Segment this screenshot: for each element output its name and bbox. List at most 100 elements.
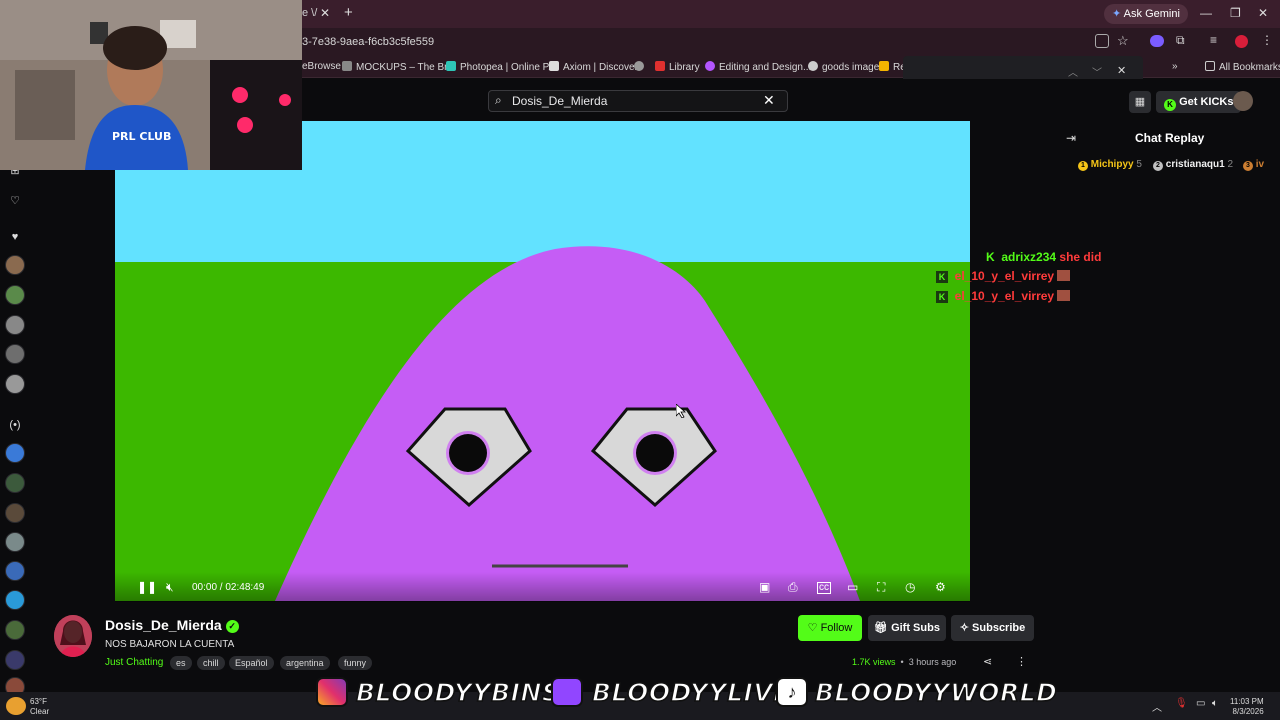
bookmark-item[interactable] bbox=[634, 61, 648, 73]
channel-name[interactable]: Dosis_De_Mierda ✓ bbox=[105, 617, 239, 633]
new-tab-icon[interactable]: + bbox=[344, 4, 353, 21]
followed-channel-avatar[interactable] bbox=[5, 315, 25, 335]
bookmark-item[interactable]: Editing and Design... bbox=[705, 61, 811, 73]
chat-message[interactable]: K adrixz234 she did bbox=[986, 250, 1101, 264]
tag-chip[interactable]: es bbox=[170, 656, 192, 670]
recommended-channel-avatar[interactable] bbox=[5, 503, 25, 523]
bookmark-favicon-icon bbox=[342, 61, 352, 71]
followed-channel-avatar[interactable] bbox=[5, 344, 25, 364]
tiktok-handle: BLOODYYWORLD bbox=[814, 677, 1058, 708]
recommended-channel-avatar[interactable] bbox=[5, 650, 25, 670]
top-gifter[interactable]: 1 Michipyy 5 bbox=[1078, 159, 1142, 171]
tag-chip[interactable]: chill bbox=[197, 656, 225, 670]
chat-username: el_10_y_el_virrey bbox=[954, 289, 1055, 303]
chat-username: el_10_y_el_virrey bbox=[954, 269, 1055, 283]
window-close-icon[interactable]: ✕ bbox=[1258, 6, 1268, 20]
find-next-icon[interactable]: ﹀ bbox=[1092, 64, 1102, 79]
find-prev-icon[interactable]: ︿ bbox=[1068, 64, 1078, 79]
bookmark-item[interactable]: goods image bbox=[808, 61, 879, 73]
collapse-chat-icon[interactable]: ⇥ bbox=[1066, 131, 1076, 145]
fullscreen-icon[interactable]: ⛶ bbox=[877, 580, 885, 595]
playback-speed-icon[interactable]: ◷ bbox=[905, 580, 915, 594]
recommended-channel-avatar[interactable] bbox=[5, 590, 25, 610]
subscribe-label: Subscribe bbox=[972, 622, 1026, 634]
chat-message[interactable]: K el_10_y_el_virrey bbox=[936, 269, 1071, 283]
more-options-icon[interactable]: ⋮ bbox=[1016, 655, 1027, 668]
recommended-channel-avatar[interactable] bbox=[5, 532, 25, 552]
microphone-icon[interactable]: 🎙︎ bbox=[1175, 698, 1188, 709]
pause-icon[interactable]: ❚❚ bbox=[137, 580, 157, 594]
share-icon[interactable]: ⋖ bbox=[983, 655, 992, 668]
subscribe-button[interactable]: ✧ Subscribe bbox=[951, 615, 1034, 641]
mute-icon[interactable]: 🔇︎ bbox=[166, 580, 174, 595]
url-text[interactable]: 3-7e38-9aea-f6cb3c5fe559 bbox=[302, 36, 434, 48]
page-action-icon[interactable] bbox=[1095, 34, 1109, 48]
extension-icon[interactable] bbox=[1150, 35, 1164, 47]
category-link[interactable]: Just Chatting bbox=[105, 657, 163, 668]
tab-title-fragment[interactable]: e \/ bbox=[302, 7, 317, 19]
browser-menu-icon[interactable]: ⋮ bbox=[1261, 33, 1273, 47]
all-bookmarks[interactable]: All Bookmarks bbox=[1205, 61, 1280, 73]
chat-panel bbox=[1053, 121, 1280, 601]
bookmark-item[interactable]: Photopea | Online P... bbox=[446, 61, 556, 73]
volume-icon[interactable]: 🔈︎ bbox=[1212, 698, 1218, 709]
bookmark-item[interactable]: Re bbox=[879, 61, 906, 73]
get-kicks-label: Get KICKs bbox=[1179, 96, 1234, 108]
favorites-icon[interactable]: ♥ bbox=[6, 228, 24, 246]
bookmarks-overflow-icon[interactable]: » bbox=[1172, 61, 1178, 72]
captions-icon[interactable]: cc bbox=[817, 582, 831, 594]
bookmark-item[interactable]: MOCKUPS – The Br... bbox=[342, 61, 455, 73]
tag-chip[interactable]: Español bbox=[229, 656, 274, 670]
profile-avatar[interactable] bbox=[1235, 35, 1248, 48]
recommended-channel-avatar[interactable] bbox=[5, 473, 25, 493]
recommended-channel-avatar[interactable] bbox=[5, 443, 25, 463]
followed-channel-avatar[interactable] bbox=[5, 255, 25, 275]
gifter-rank-badge-icon: 1 bbox=[1078, 161, 1088, 171]
miniplayer-icon[interactable]: ▣ bbox=[759, 580, 770, 594]
star-icon: ✧ bbox=[959, 622, 969, 634]
media-controls-icon[interactable]: ≡ bbox=[1210, 33, 1217, 47]
weather-widget[interactable]: 63°F Clear bbox=[30, 697, 49, 717]
clock-time: 11:03 PM bbox=[1230, 697, 1264, 706]
video-player[interactable] bbox=[115, 121, 970, 601]
tag-chip[interactable]: funny bbox=[338, 656, 373, 670]
channel-avatar[interactable] bbox=[54, 615, 92, 657]
playback-time: 00:00 / 02:48:49 bbox=[192, 582, 265, 593]
theater-mode-icon[interactable]: ▭ bbox=[847, 580, 858, 594]
settings-icon[interactable]: ⚙ bbox=[935, 580, 946, 594]
recommended-channel-avatar[interactable] bbox=[5, 620, 25, 640]
followed-channel-avatar[interactable] bbox=[5, 374, 25, 394]
following-icon[interactable]: ♡ bbox=[6, 192, 24, 210]
bookmark-item[interactable]: eBrowse bbox=[302, 61, 341, 72]
top-gifter[interactable]: 2 cristianaqu1 2 bbox=[1153, 159, 1233, 171]
ask-gemini-button[interactable]: ✦ Ask Gemini bbox=[1104, 4, 1188, 24]
weather-icon bbox=[6, 697, 26, 715]
tiktok-icon: ♪ bbox=[776, 677, 808, 707]
maximize-icon[interactable]: ❐ bbox=[1230, 6, 1241, 20]
system-clock[interactable]: 11:03 PM 8/3/2026 bbox=[1230, 697, 1264, 717]
follow-button[interactable]: ♡ Follow bbox=[798, 615, 862, 641]
extensions-icon[interactable]: ⧉ bbox=[1176, 33, 1185, 48]
followed-channel-avatar[interactable] bbox=[5, 285, 25, 305]
gift-subs-button[interactable]: 🎁︎ Gift Subs bbox=[868, 615, 946, 641]
clear-search-icon[interactable]: ✕ bbox=[763, 92, 775, 109]
tab-close-icon[interactable]: ✕ bbox=[320, 6, 330, 20]
bookmark-item[interactable]: Library bbox=[655, 61, 700, 73]
top-gifter[interactable]: 3 iv bbox=[1243, 159, 1264, 171]
emote-icon bbox=[1057, 270, 1071, 281]
clip-icon[interactable]: ⎙ bbox=[788, 580, 798, 595]
tag-chip[interactable]: argentina bbox=[280, 656, 330, 670]
tray-overflow-icon[interactable]: ︿ bbox=[1152, 699, 1162, 714]
bookmark-item[interactable]: Axiom | Discover bbox=[549, 61, 638, 73]
user-avatar[interactable] bbox=[1233, 91, 1253, 111]
network-icon[interactable]: ▭ bbox=[1196, 698, 1205, 709]
search-value[interactable]: Dosis_De_Mierda bbox=[512, 94, 607, 108]
dashboard-icon[interactable]: ▦ bbox=[1129, 91, 1151, 113]
recommended-channel-avatar[interactable] bbox=[5, 561, 25, 581]
chat-message[interactable]: K el_10_y_el_virrey bbox=[936, 289, 1071, 303]
gifter-rank-badge-icon: 3 bbox=[1243, 161, 1253, 171]
minimize-icon[interactable]: — bbox=[1200, 6, 1212, 20]
get-kicks-button[interactable]: K Get KICKs bbox=[1156, 91, 1242, 113]
bookmark-star-icon[interactable]: ☆ bbox=[1117, 33, 1129, 49]
find-close-icon[interactable]: ✕ bbox=[1117, 64, 1126, 77]
